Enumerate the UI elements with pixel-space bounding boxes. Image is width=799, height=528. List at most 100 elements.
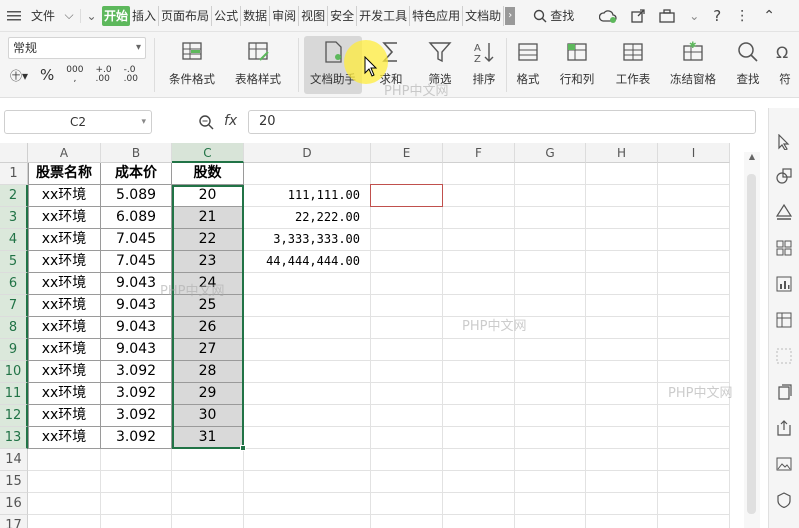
cell[interactable]: 成本价 (101, 163, 172, 185)
tab-9[interactable]: 特色应用 (410, 5, 464, 26)
cell[interactable] (586, 405, 658, 427)
image-icon[interactable] (776, 456, 792, 472)
cell[interactable] (371, 427, 443, 449)
cell[interactable] (586, 449, 658, 471)
cell[interactable] (658, 449, 730, 471)
cell[interactable] (515, 229, 586, 251)
cell[interactable]: 7.045 (101, 251, 172, 273)
cell[interactable]: 5.089 (101, 185, 172, 207)
cell[interactable] (371, 251, 443, 273)
cell[interactable] (658, 207, 730, 229)
file-dropdown-chevron-icon[interactable]: ⌵ (58, 8, 80, 23)
cell[interactable]: xx环境 (28, 427, 101, 449)
hamburger-icon[interactable] (0, 10, 28, 22)
cell[interactable]: 27 (172, 339, 244, 361)
freeze-panes-button[interactable]: ✱ 冻结窗格 (664, 36, 722, 94)
tab-8[interactable]: 开发工具 (357, 5, 411, 26)
export-icon[interactable] (776, 420, 792, 436)
conditional-format-button[interactable]: 条件格式 (160, 36, 224, 94)
cell[interactable] (443, 273, 515, 295)
filter-button[interactable]: 筛选 (418, 36, 462, 94)
cell[interactable] (658, 229, 730, 251)
share-icon[interactable] (631, 8, 645, 23)
cell[interactable]: 111,111.00 (244, 185, 371, 207)
cell[interactable]: 9.043 (101, 339, 172, 361)
quick-access-chevron-icon[interactable]: ⌄ (80, 8, 102, 23)
scroll-up-arrow-icon[interactable]: ▲ (744, 152, 760, 161)
cell[interactable] (586, 383, 658, 405)
cell[interactable] (101, 493, 172, 515)
spreadsheet-grid[interactable]: ABCDEFGHI 1 2 3 4 5 6 7 8 9 10 11 12 13 14 15 16 17 股票名称… (0, 143, 760, 528)
table-panel-icon[interactable] (776, 312, 792, 328)
cell[interactable] (515, 427, 586, 449)
currency-icon[interactable]: ㊉▾ (10, 67, 28, 84)
cell[interactable] (371, 471, 443, 493)
row-header[interactable]: 8 (0, 317, 28, 339)
cell[interactable] (658, 493, 730, 515)
cell[interactable] (658, 383, 730, 405)
toolbox-icon[interactable] (659, 8, 675, 23)
cell[interactable] (586, 163, 658, 185)
row-header[interactable]: 11 (0, 383, 28, 405)
tab-1[interactable]: 插入 (130, 5, 160, 26)
cell[interactable] (586, 339, 658, 361)
cell[interactable]: 44,444,444.00 (244, 251, 371, 273)
cell[interactable] (586, 207, 658, 229)
row-header[interactable]: 16 (0, 493, 28, 515)
format-button[interactable]: 格式 (508, 36, 548, 94)
more-chevron-icon[interactable]: ⌄ (689, 9, 699, 23)
cell[interactable] (658, 405, 730, 427)
cell[interactable] (658, 295, 730, 317)
column-header[interactable]: A (28, 143, 101, 163)
help-icon[interactable]: ? (713, 7, 721, 25)
cell[interactable]: 25 (172, 295, 244, 317)
cell[interactable] (658, 361, 730, 383)
cell[interactable]: 22 (172, 229, 244, 251)
name-box[interactable]: C2 ▾ (4, 110, 152, 134)
cell[interactable] (371, 361, 443, 383)
cell[interactable] (28, 449, 101, 471)
cell[interactable] (371, 493, 443, 515)
cell[interactable] (586, 185, 658, 207)
cell[interactable] (371, 273, 443, 295)
cell[interactable] (586, 273, 658, 295)
increase-decimal-icon[interactable]: +.0.00 (95, 66, 111, 84)
tab-2[interactable]: 页面布局 (159, 5, 213, 26)
row-header[interactable]: 12 (0, 405, 28, 427)
cell[interactable]: xx环境 (28, 383, 101, 405)
cell[interactable] (244, 449, 371, 471)
cell[interactable] (371, 295, 443, 317)
cell[interactable] (28, 515, 101, 528)
cell[interactable]: xx环境 (28, 339, 101, 361)
shapes-icon[interactable] (776, 168, 792, 184)
cell[interactable] (371, 185, 443, 207)
row-header[interactable]: 2 (0, 185, 28, 207)
chart-icon[interactable] (776, 276, 792, 292)
decrease-decimal-icon[interactable]: -.0.00 (124, 66, 138, 84)
zoom-function-icon[interactable] (198, 114, 214, 130)
cell[interactable] (586, 251, 658, 273)
column-header[interactable]: I (658, 143, 730, 163)
row-header[interactable]: 17 (0, 515, 28, 528)
cell[interactable] (443, 229, 515, 251)
table-style-button[interactable]: 表格样式 (228, 36, 288, 94)
cell[interactable] (101, 471, 172, 493)
more-options-icon[interactable]: ⋮ (735, 8, 749, 24)
cell[interactable] (443, 317, 515, 339)
cell[interactable] (172, 471, 244, 493)
cell[interactable] (244, 339, 371, 361)
file-menu[interactable]: 文件 (28, 6, 58, 26)
cell[interactable] (244, 295, 371, 317)
tab-6[interactable]: 视图 (299, 5, 329, 26)
cell[interactable]: 6.089 (101, 207, 172, 229)
cell[interactable] (515, 339, 586, 361)
cell[interactable] (586, 361, 658, 383)
cell[interactable]: 20 (172, 185, 244, 207)
cell[interactable] (28, 493, 101, 515)
select-all-corner[interactable] (0, 143, 28, 163)
cell[interactable]: xx环境 (28, 405, 101, 427)
vertical-scrollbar[interactable]: ▲ (744, 152, 760, 528)
cell[interactable] (515, 251, 586, 273)
cell[interactable] (443, 339, 515, 361)
tab-3[interactable]: 公式 (212, 5, 242, 26)
